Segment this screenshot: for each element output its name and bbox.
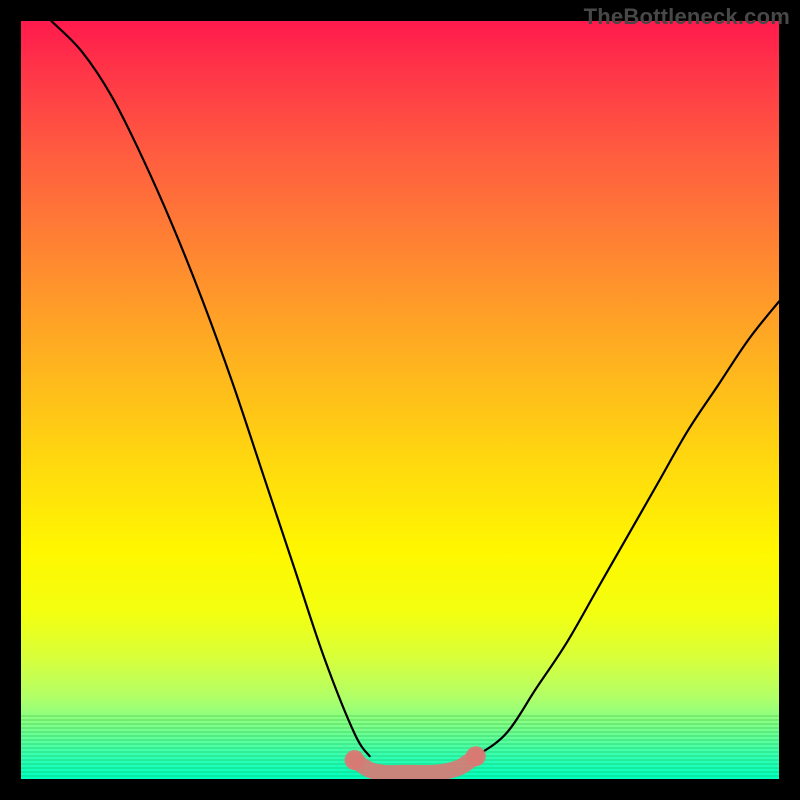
left-curve [51, 21, 369, 756]
bottom-marker-band [355, 756, 476, 773]
chart-frame: TheBottleneck.com [0, 0, 800, 800]
right-curve [476, 301, 779, 756]
watermark-text: TheBottleneck.com [584, 4, 790, 30]
plot-area [21, 21, 779, 779]
marker-end-dot [466, 746, 486, 766]
marker-start-dot [345, 750, 365, 770]
curves-svg [21, 21, 779, 779]
